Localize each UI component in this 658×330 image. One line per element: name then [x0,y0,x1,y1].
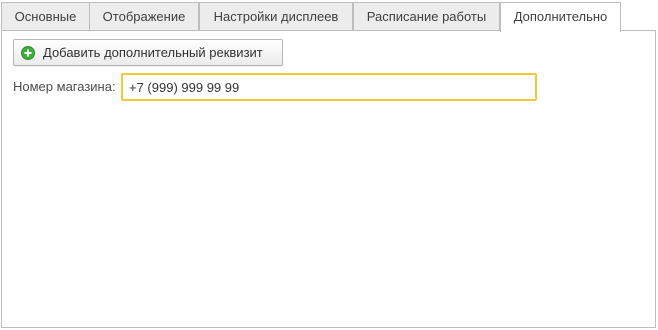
tab-display-settings[interactable]: Настройки дисплеев [199,2,353,30]
tab-panel-additional: Добавить дополнительный реквизит Номер м… [1,30,656,328]
plus-circle-icon [21,45,35,60]
add-additional-attribute-label: Добавить дополнительный реквизит [43,45,263,60]
tab-additional[interactable]: Дополнительно [500,2,621,32]
store-number-input[interactable] [121,73,537,101]
tab-bar: Основные Отображение Настройки дисплеев … [0,2,658,32]
store-number-label: Номер магазина: [13,79,116,94]
add-additional-attribute-button[interactable]: Добавить дополнительный реквизит [13,39,283,66]
tab-work-schedule[interactable]: Расписание работы [353,2,500,30]
tab-main[interactable]: Основные [1,2,90,30]
tab-display[interactable]: Отображение [89,2,199,30]
